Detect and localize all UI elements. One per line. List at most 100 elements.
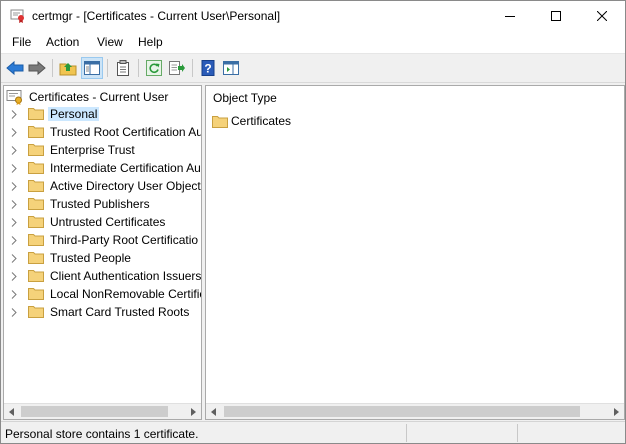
toolbar-separator [107,59,108,77]
menu-bar: File Action View Help [1,31,625,54]
chevron-right-icon[interactable] [10,308,18,317]
certmgr-window: certmgr - [Certificates - Current User\P… [0,0,626,444]
column-header-object-type[interactable]: Object Type [213,91,277,105]
details-pane[interactable]: Object Type Certificates [205,85,625,420]
status-divider [406,424,407,442]
export-list-button[interactable] [166,57,188,79]
scroll-thumb[interactable] [21,406,168,417]
scroll-left-button[interactable] [206,404,222,419]
help-button[interactable]: ? [197,57,219,79]
title-bar[interactable]: certmgr - [Certificates - Current User\P… [1,1,625,31]
tree-item-label: Client Authentication Issuers [50,269,202,283]
show-hide-console-tree-icon [84,61,100,75]
tree-item-local-nonremovable-certificates[interactable]: Local NonRemovable Certific [4,285,202,303]
chevron-right-icon[interactable] [10,146,18,155]
chevron-right-icon[interactable] [10,218,18,227]
refresh-icon [146,60,162,76]
tree-item-untrusted-certificates[interactable]: Untrusted Certificates [4,213,200,231]
tree-list: Personal Trusted Root Certification Au E… [4,105,202,321]
folder-icon [28,270,44,282]
chevron-right-icon[interactable] [10,128,18,137]
menu-view[interactable]: View [97,35,123,49]
chevron-right-icon[interactable] [10,272,18,281]
chevron-right-icon[interactable] [10,236,18,245]
tree-item-label: Trusted Root Certification Au [50,125,202,139]
tree-item-label: Third-Party Root Certificatio [50,233,199,247]
tree-item-smart-card-trusted-roots[interactable]: Smart Card Trusted Roots [4,303,200,321]
tree-root-label: Certificates - Current User [29,90,169,104]
chevron-right-icon[interactable] [10,164,18,173]
properties-icon [117,60,129,76]
tree-root-certificates-current-user[interactable]: Certificates - Current User [6,88,168,106]
chevron-right-icon[interactable] [10,254,18,263]
maximize-icon [551,11,561,21]
forward-button[interactable] [26,57,48,79]
tree-item-label: Untrusted Certificates [50,215,166,229]
folder-icon [28,108,44,120]
back-button[interactable] [4,57,26,79]
tree-item-label: Smart Card Trusted Roots [50,305,190,319]
back-arrow-icon [6,61,24,75]
tree-item-intermediate-certification-authorities[interactable]: Intermediate Certification Au [4,159,201,177]
svg-text:?: ? [204,62,211,76]
tree-item-trusted-root-certification-authorities[interactable]: Trusted Root Certification Au [4,123,202,141]
tree-item-label: Local NonRemovable Certific [50,287,202,301]
chevron-right-icon[interactable] [10,290,18,299]
toolbar-separator [138,59,139,77]
show-hide-console-tree-button[interactable] [81,57,103,79]
scroll-right-button[interactable] [185,404,201,419]
status-divider [517,424,518,442]
chevron-right-icon[interactable] [10,110,18,119]
close-icon [597,11,607,21]
up-one-level-button[interactable] [57,57,79,79]
action-pane-button[interactable] [220,57,242,79]
minimize-button[interactable] [487,1,533,31]
toolbar-separator [52,59,53,77]
tree-item-enterprise-trust[interactable]: Enterprise Trust [4,141,200,159]
scroll-left-arrow-icon [211,407,216,416]
tree-item-label: Intermediate Certification Au [50,161,201,175]
folder-icon [212,115,228,128]
tree-item-trusted-publishers[interactable]: Trusted Publishers [4,195,200,213]
folder-icon [28,162,44,174]
folder-icon [28,198,44,210]
scroll-right-button[interactable] [608,404,624,419]
details-horizontal-scrollbar[interactable] [206,403,624,419]
certificate-manager-icon [10,7,26,23]
folder-icon [28,252,44,264]
tree-item-third-party-root-certification-authorities[interactable]: Third-Party Root Certificatio [4,231,200,249]
tree-item-label: Trusted Publishers [50,197,150,211]
tree-item-label: Personal [48,107,100,121]
help-icon: ? [201,60,215,76]
menu-file[interactable]: File [12,35,31,49]
tree-horizontal-scrollbar[interactable] [4,403,201,419]
forward-arrow-icon [28,61,46,75]
scroll-left-arrow-icon [9,407,14,416]
properties-button[interactable] [112,57,134,79]
close-button[interactable] [579,1,625,31]
folder-icon [28,180,44,192]
window-title: certmgr - [Certificates - Current User\P… [32,9,281,23]
chevron-right-icon[interactable] [10,182,18,191]
scroll-right-arrow-icon [191,407,196,416]
refresh-button[interactable] [143,57,165,79]
maximize-button[interactable] [533,1,579,31]
status-bar: Personal store contains 1 certificate. [1,421,625,443]
toolbar: ? [1,54,625,83]
scroll-left-button[interactable] [4,404,20,419]
tree-item-label: Enterprise Trust [50,143,135,157]
menu-action[interactable]: Action [46,35,79,49]
list-item-label: Certificates [231,114,292,128]
tree-item-active-directory-user-object[interactable]: Active Directory User Object [4,177,201,195]
list-item-certificates[interactable]: Certificates [212,112,291,130]
scroll-right-arrow-icon [614,407,619,416]
tree-item-trusted-people[interactable]: Trusted People [4,249,200,267]
console-tree-pane[interactable]: Certificates - Current User Personal Tru… [3,85,202,420]
tree-item-client-authentication-issuers[interactable]: Client Authentication Issuers [4,267,202,285]
scroll-thumb[interactable] [224,406,580,417]
chevron-right-icon[interactable] [10,200,18,209]
folder-icon [28,216,44,228]
action-pane-icon [223,61,239,75]
tree-item-personal[interactable]: Personal [4,105,200,123]
menu-help[interactable]: Help [138,35,163,49]
